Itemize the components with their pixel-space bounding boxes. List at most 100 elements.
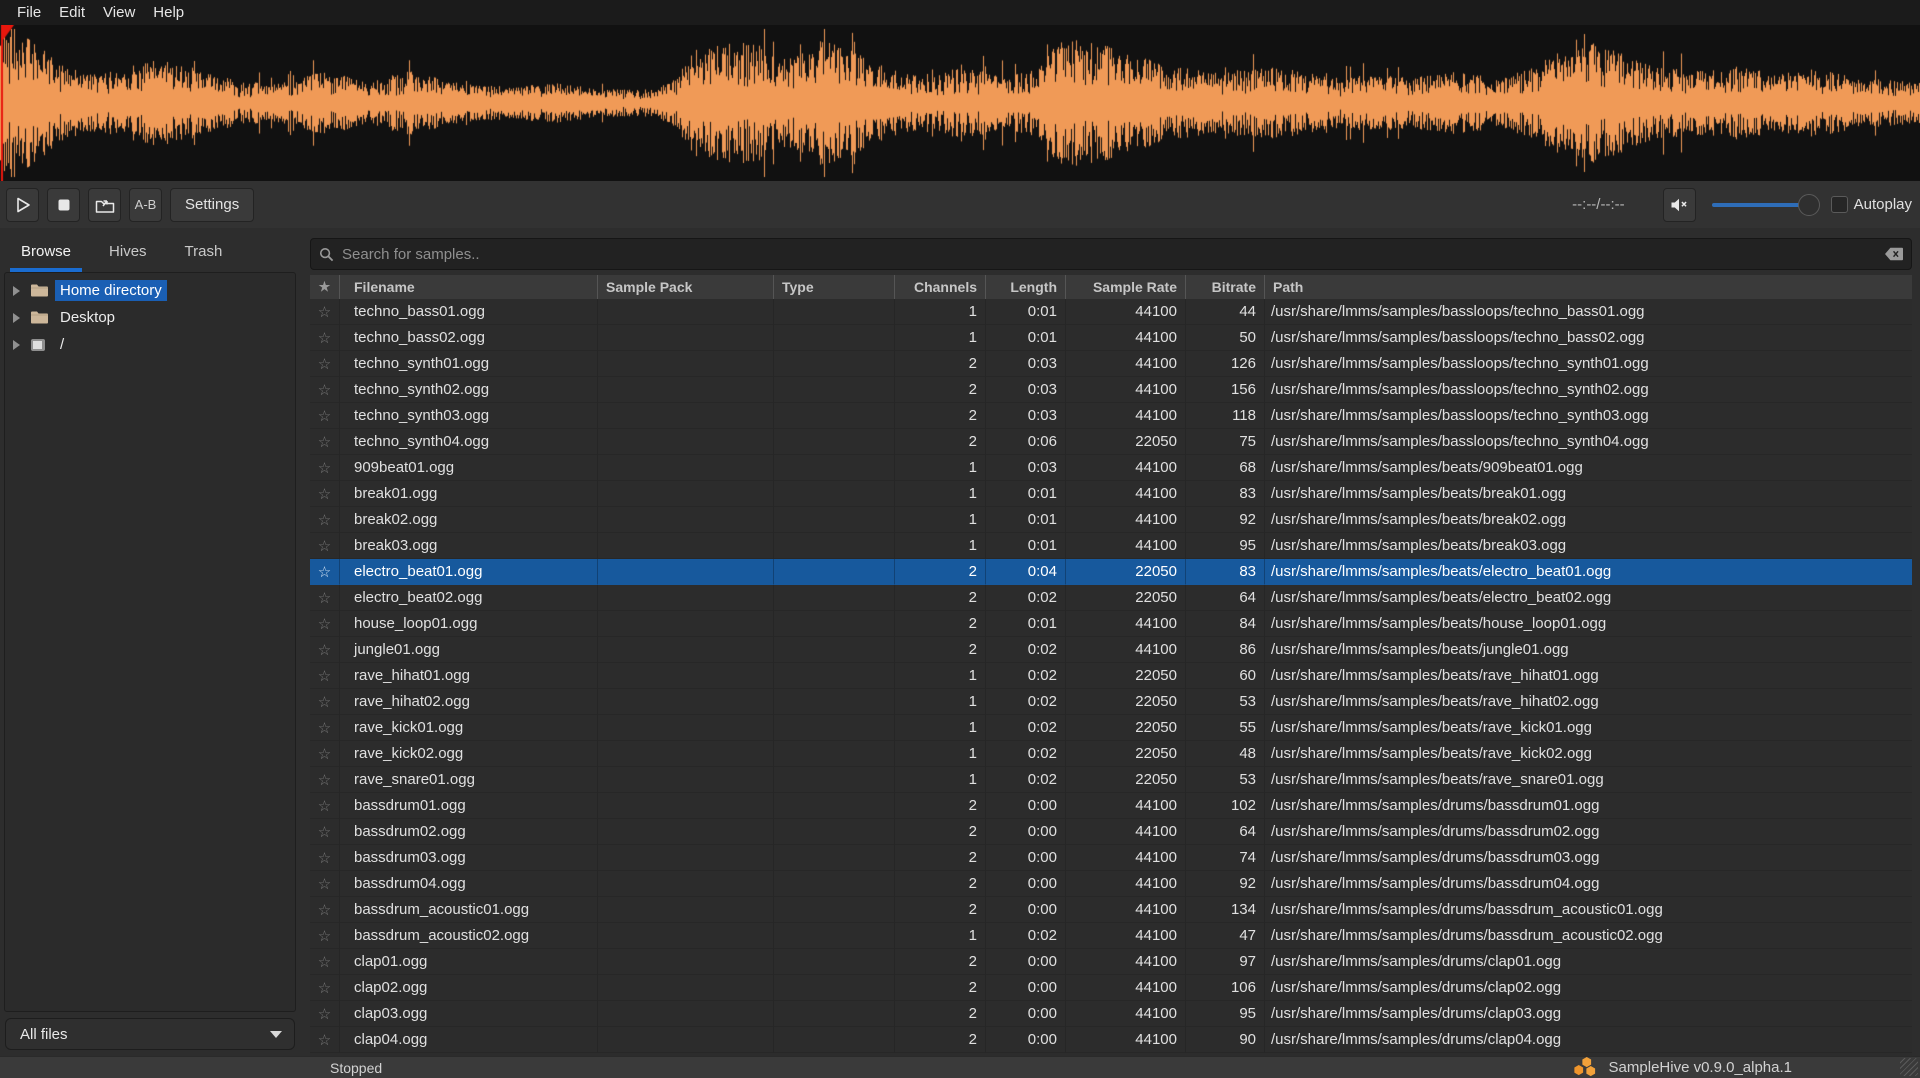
favorite-star-icon[interactable]: ☆ — [310, 871, 340, 897]
table-row[interactable]: ☆rave_hihat01.ogg10:022205060/usr/share/… — [310, 663, 1912, 689]
table-row[interactable]: ☆electro_beat02.ogg20:022205064/usr/shar… — [310, 585, 1912, 611]
favorite-star-icon[interactable]: ☆ — [310, 637, 340, 663]
favorite-star-icon[interactable]: ☆ — [310, 377, 340, 403]
table-row[interactable]: ☆techno_synth03.ogg20:0344100118/usr/sha… — [310, 403, 1912, 429]
expander-icon[interactable] — [13, 313, 20, 323]
table-row[interactable]: ☆break03.ogg10:014410095/usr/share/lmms/… — [310, 533, 1912, 559]
tab-hives[interactable]: Hives — [98, 237, 158, 272]
column-header-type[interactable]: Type — [774, 275, 895, 299]
table-row[interactable]: ☆clap04.ogg20:004410090/usr/share/lmms/s… — [310, 1027, 1912, 1053]
column-header-path[interactable]: Path — [1265, 275, 1912, 299]
tree-item[interactable]: Desktop — [5, 304, 295, 331]
tab-browse[interactable]: Browse — [10, 237, 82, 272]
table-row[interactable]: ☆break02.ogg10:014410092/usr/share/lmms/… — [310, 507, 1912, 533]
favorite-star-icon[interactable]: ☆ — [310, 715, 340, 741]
favorite-star-icon[interactable]: ☆ — [310, 533, 340, 559]
table-row[interactable]: ☆house_loop01.ogg20:014410084/usr/share/… — [310, 611, 1912, 637]
resize-grip[interactable] — [1900, 1058, 1918, 1076]
waveform-panel[interactable] — [0, 25, 1920, 181]
table-row[interactable]: ☆techno_bass01.ogg10:014410044/usr/share… — [310, 299, 1912, 325]
play-button[interactable] — [6, 188, 39, 222]
favorite-star-icon[interactable]: ☆ — [310, 923, 340, 949]
menu-edit[interactable]: Edit — [50, 4, 94, 21]
table-row[interactable]: ☆jungle01.ogg20:024410086/usr/share/lmms… — [310, 637, 1912, 663]
favorite-star-icon[interactable]: ☆ — [310, 403, 340, 429]
favorite-star-icon[interactable]: ☆ — [310, 351, 340, 377]
cell-sample_rate: 44100 — [1066, 533, 1186, 559]
favorite-star-icon[interactable]: ☆ — [310, 689, 340, 715]
favorite-star-icon[interactable]: ☆ — [310, 325, 340, 351]
table-row[interactable]: ☆techno_synth02.ogg20:0344100156/usr/sha… — [310, 377, 1912, 403]
table-row[interactable]: ☆rave_snare01.ogg10:022205053/usr/share/… — [310, 767, 1912, 793]
favorite-star-icon[interactable]: ☆ — [310, 559, 340, 585]
table-row[interactable]: ☆bassdrum04.ogg20:004410092/usr/share/lm… — [310, 871, 1912, 897]
column-header-sample_rate[interactable]: Sample Rate — [1066, 275, 1186, 299]
tree-item[interactable]: / — [5, 331, 295, 358]
table-row[interactable]: ☆bassdrum_acoustic01.ogg20:0044100134/us… — [310, 897, 1912, 923]
expander-icon[interactable] — [13, 340, 20, 350]
clear-search-icon[interactable] — [1885, 247, 1903, 261]
favorite-star-icon[interactable]: ☆ — [310, 663, 340, 689]
ab-repeat-button[interactable]: A-B — [129, 188, 162, 222]
table-row[interactable]: ☆909beat01.ogg10:034410068/usr/share/lmm… — [310, 455, 1912, 481]
table-row[interactable]: ☆bassdrum02.ogg20:004410064/usr/share/lm… — [310, 819, 1912, 845]
menu-view[interactable]: View — [94, 4, 144, 21]
favorite-star-icon[interactable]: ☆ — [310, 455, 340, 481]
favorite-star-icon[interactable]: ☆ — [310, 611, 340, 637]
table-row[interactable]: ☆rave_kick02.ogg10:022205048/usr/share/l… — [310, 741, 1912, 767]
table-row[interactable]: ☆clap02.ogg20:0044100106/usr/share/lmms/… — [310, 975, 1912, 1001]
column-header-sample_pack[interactable]: Sample Pack — [598, 275, 774, 299]
column-header-favorite[interactable]: ★ — [310, 275, 340, 299]
table-row[interactable]: ☆rave_kick01.ogg10:022205055/usr/share/l… — [310, 715, 1912, 741]
favorite-star-icon[interactable]: ☆ — [310, 845, 340, 871]
loop-sample-button[interactable] — [88, 188, 121, 222]
column-header-bitrate[interactable]: Bitrate — [1186, 275, 1265, 299]
table-row[interactable]: ☆techno_bass02.ogg10:014410050/usr/share… — [310, 325, 1912, 351]
volume-slider-knob[interactable] — [1798, 194, 1820, 216]
table-row[interactable]: ☆bassdrum01.ogg20:0044100102/usr/share/l… — [310, 793, 1912, 819]
tab-trash[interactable]: Trash — [174, 237, 234, 272]
cell-sample_pack — [598, 663, 774, 689]
favorite-star-icon[interactable]: ☆ — [310, 819, 340, 845]
cell-bitrate: 60 — [1186, 663, 1265, 689]
menu-file[interactable]: File — [8, 4, 50, 21]
file-filter-value: All files — [20, 1026, 270, 1043]
table-row[interactable]: ☆techno_synth04.ogg20:062205075/usr/shar… — [310, 429, 1912, 455]
table-row[interactable]: ☆break01.ogg10:014410083/usr/share/lmms/… — [310, 481, 1912, 507]
favorite-star-icon[interactable]: ☆ — [310, 585, 340, 611]
favorite-star-icon[interactable]: ☆ — [310, 767, 340, 793]
favorite-star-icon[interactable]: ☆ — [310, 429, 340, 455]
favorite-star-icon[interactable]: ☆ — [310, 949, 340, 975]
table-row[interactable]: ☆rave_hihat02.ogg10:022205053/usr/share/… — [310, 689, 1912, 715]
table-row[interactable]: ☆bassdrum03.ogg20:004410074/usr/share/lm… — [310, 845, 1912, 871]
volume-slider[interactable] — [1712, 194, 1816, 216]
column-header-channels[interactable]: Channels — [895, 275, 986, 299]
column-header-filename[interactable]: Filename — [340, 275, 598, 299]
mute-button[interactable] — [1663, 188, 1696, 222]
table-row[interactable]: ☆clap01.ogg20:004410097/usr/share/lmms/s… — [310, 949, 1912, 975]
favorite-star-icon[interactable]: ☆ — [310, 1001, 340, 1027]
favorite-star-icon[interactable]: ☆ — [310, 299, 340, 325]
favorite-star-icon[interactable]: ☆ — [310, 975, 340, 1001]
autoplay-checkbox[interactable] — [1831, 196, 1848, 213]
table-row[interactable]: ☆electro_beat01.ogg20:042205083/usr/shar… — [310, 559, 1912, 585]
table-row[interactable]: ☆techno_synth01.ogg20:0344100126/usr/sha… — [310, 351, 1912, 377]
table-row[interactable]: ☆bassdrum_acoustic02.ogg10:024410047/usr… — [310, 923, 1912, 949]
favorite-star-icon[interactable]: ☆ — [310, 741, 340, 767]
favorite-star-icon[interactable]: ☆ — [310, 507, 340, 533]
file-filter-dropdown[interactable]: All files — [5, 1018, 295, 1050]
table-row[interactable]: ☆clap03.ogg20:004410095/usr/share/lmms/s… — [310, 1001, 1912, 1027]
favorite-star-icon[interactable]: ☆ — [310, 481, 340, 507]
settings-button[interactable]: Settings — [170, 188, 254, 222]
column-header-length[interactable]: Length — [986, 275, 1066, 299]
stop-button[interactable] — [47, 188, 80, 222]
cell-sample_pack — [598, 377, 774, 403]
cell-type — [774, 611, 895, 637]
favorite-star-icon[interactable]: ☆ — [310, 793, 340, 819]
expander-icon[interactable] — [13, 286, 20, 296]
menu-help[interactable]: Help — [144, 4, 193, 21]
favorite-star-icon[interactable]: ☆ — [310, 897, 340, 923]
favorite-star-icon[interactable]: ☆ — [310, 1027, 340, 1053]
tree-item[interactable]: Home directory — [5, 277, 295, 304]
search-input[interactable] — [342, 246, 1885, 263]
